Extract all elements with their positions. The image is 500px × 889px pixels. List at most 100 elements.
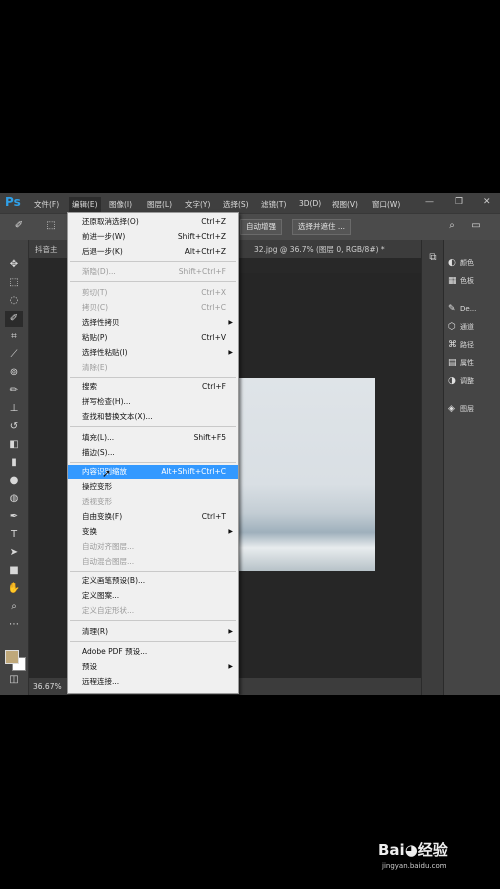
auto-enhance-checkbox[interactable]: 自动增强 xyxy=(240,219,282,235)
menu-item-define-pattern[interactable]: 定义图案... xyxy=(68,589,238,603)
menu-item-undo[interactable]: 还原取消选择(O) Ctrl+Z xyxy=(68,215,238,229)
properties-icon: ▤ xyxy=(448,358,457,368)
menu-item-free-transform[interactable]: 自由变换(F) Ctrl+T xyxy=(68,510,238,524)
rectangle-tool-icon[interactable]: ■ xyxy=(5,563,23,579)
menu-edit[interactable]: 编辑(E) xyxy=(69,197,101,212)
brush-preset-icon: ✎ xyxy=(448,304,456,314)
panel-paths[interactable]: ⌘ 路径 xyxy=(448,340,474,350)
panel-adjustments[interactable]: ◑ 调整 xyxy=(448,376,474,386)
menu-separator xyxy=(70,571,236,572)
history-icon[interactable]: ⧉ xyxy=(424,250,442,266)
eraser-tool-icon[interactable]: ◧ xyxy=(5,437,23,453)
panel-swatches[interactable]: ▦ 色板 xyxy=(448,276,474,286)
menu-item-search[interactable]: 搜索 Ctrl+F xyxy=(68,380,238,394)
menu-separator xyxy=(70,426,236,427)
submenu-arrow-icon: ▶ xyxy=(228,663,233,670)
marquee-tool-icon[interactable]: ⬚ xyxy=(5,275,23,291)
collapsed-panel-dock: ⧉ xyxy=(421,240,444,695)
pen-tool-icon[interactable]: ✒ xyxy=(5,509,23,525)
menu-item-copy[interactable]: 拷贝(C) Ctrl+C xyxy=(68,301,238,315)
minimize-icon[interactable]: — xyxy=(425,197,434,207)
menu-view[interactable]: 视图(V) xyxy=(332,199,358,210)
submenu-arrow-icon: ▶ xyxy=(228,628,233,635)
menu-item-copy-special[interactable]: 选择性拷贝 ▶ xyxy=(68,316,238,330)
blur-tool-icon[interactable]: ● xyxy=(5,473,23,489)
menu-item-fade[interactable]: 渐隐(D)... Shift+Ctrl+F xyxy=(68,265,238,279)
app-logo: Ps xyxy=(5,195,21,209)
menu-layer[interactable]: 图层(L) xyxy=(147,199,172,210)
quick-mask-icon[interactable]: ◫ xyxy=(5,672,23,688)
menu-item-paste[interactable]: 粘贴(P) Ctrl+V xyxy=(68,331,238,345)
menu-item-transform[interactable]: 变换 ▶ xyxy=(68,525,238,539)
menu-item-spell-check[interactable]: 拼写检查(H)... xyxy=(68,395,238,409)
search-icon[interactable]: ⌕ xyxy=(443,218,461,234)
workspace-icon[interactable]: ▭ xyxy=(467,218,485,234)
menu-separator xyxy=(70,261,236,262)
zoom-tool-icon[interactable]: ⌕ xyxy=(5,599,23,615)
menu-item-define-brush[interactable]: 定义画笔预设(B)... xyxy=(68,574,238,588)
path-icon: ⌘ xyxy=(448,340,457,350)
menu-item-auto-blend-layers[interactable]: 自动混合图层... xyxy=(68,555,238,569)
panel-channels[interactable]: ⬡ 通道 xyxy=(448,322,474,332)
quick-select-tool-icon[interactable]: ✐ xyxy=(5,311,23,327)
eyedropper-tool-icon[interactable]: ⟋ xyxy=(5,347,23,363)
move-tool-icon[interactable]: ✥ xyxy=(5,257,23,273)
menu-window[interactable]: 窗口(W) xyxy=(372,199,400,210)
brush-tool-icon[interactable]: ✏ xyxy=(5,383,23,399)
tab-active-document[interactable]: 32.jpg @ 36.7% (图层 0, RGB/8#) * xyxy=(254,244,385,255)
menu-item-content-aware-scale[interactable]: 内容识别缩放 Alt+Shift+Ctrl+C xyxy=(68,465,238,479)
history-brush-tool-icon[interactable]: ↺ xyxy=(5,419,23,435)
panel-layers[interactable]: ◈ 图层 xyxy=(448,404,474,414)
menu-item-fill[interactable]: 填充(L)... Shift+F5 xyxy=(68,431,238,445)
menu-3d[interactable]: 3D(D) xyxy=(299,199,321,208)
menu-item-step-backward[interactable]: 后退一步(K) Alt+Ctrl+Z xyxy=(68,245,238,259)
crop-tool-icon[interactable]: ⌗ xyxy=(5,329,23,345)
zoom-level[interactable]: 36.67% xyxy=(33,682,62,691)
panel-properties[interactable]: ▤ 属性 xyxy=(448,358,474,368)
restore-icon[interactable]: ❐ xyxy=(455,197,463,207)
menu-separator xyxy=(70,641,236,642)
menu-item-clear[interactable]: 清除(E) xyxy=(68,361,238,375)
panel-color[interactable]: ◐ 颜色 xyxy=(448,258,474,268)
menu-filter[interactable]: 滤镜(T) xyxy=(261,199,286,210)
panel-dock: ◐ 颜色 ▦ 色板 ✎ De... ⬡ 通道 ⌘ 路径 ▤ 属性 ◑ 调整 ◈ 图层 xyxy=(443,240,500,695)
menu-item-presets[interactable]: 预设 ▶ xyxy=(68,660,238,674)
menu-item-step-forward[interactable]: 前进一步(W) Shift+Ctrl+Z xyxy=(68,230,238,244)
more-tools-icon[interactable]: ⋯ xyxy=(5,617,23,633)
clone-stamp-tool-icon[interactable]: ⊥ xyxy=(5,401,23,417)
menu-item-pdf-presets[interactable]: Adobe PDF 预设... xyxy=(68,645,238,659)
dodge-tool-icon[interactable]: ◍ xyxy=(5,491,23,507)
healing-brush-tool-icon[interactable]: ⊚ xyxy=(5,365,23,381)
menu-type[interactable]: 文字(Y) xyxy=(185,199,210,210)
select-and-mask-button[interactable]: 选择并遮住 ... xyxy=(292,219,352,235)
quick-select-preset-icon[interactable]: ✐ xyxy=(10,218,28,234)
menu-item-stroke[interactable]: 描边(S)... xyxy=(68,446,238,460)
lasso-tool-icon[interactable]: ◌ xyxy=(5,293,23,309)
tab-other-document[interactable]: 抖音主 xyxy=(35,244,58,255)
menu-select[interactable]: 选择(S) xyxy=(223,199,249,210)
menu-item-puppet-warp[interactable]: 操控变形 xyxy=(68,480,238,494)
menu-item-perspective-warp[interactable]: 透视变形 xyxy=(68,495,238,509)
menu-item-paste-special[interactable]: 选择性粘贴(I) ▶ xyxy=(68,346,238,360)
menu-item-remote-connections[interactable]: 远程连接... xyxy=(68,675,238,689)
watermark-site: jingyan.baidu.com xyxy=(382,862,447,870)
panel-brush-presets[interactable]: ✎ De... xyxy=(448,304,476,314)
menu-separator xyxy=(70,462,236,463)
menu-item-purge[interactable]: 清理(R) ▶ xyxy=(68,625,238,639)
menu-item-cut[interactable]: 剪切(T) Ctrl+X xyxy=(68,286,238,300)
menu-file[interactable]: 文件(F) xyxy=(34,199,59,210)
type-tool-icon[interactable]: T xyxy=(5,527,23,543)
menu-item-find-replace[interactable]: 查找和替换文本(X)... xyxy=(68,410,238,424)
menu-item-auto-align-layers[interactable]: 自动对齐图层... xyxy=(68,540,238,554)
menu-image[interactable]: 图像(I) xyxy=(109,199,132,210)
close-icon[interactable]: ✕ xyxy=(483,197,491,207)
foreground-color-swatch[interactable] xyxy=(5,650,19,664)
brush-mode-icon[interactable]: ⬚ xyxy=(40,218,62,234)
menu-bar: Ps 文件(F) 编辑(E) 图像(I) 图层(L) 文字(Y) 选择(S) 滤… xyxy=(0,193,500,213)
hand-tool-icon[interactable]: ✋ xyxy=(5,581,23,597)
menu-separator xyxy=(70,377,236,378)
path-select-tool-icon[interactable]: ➤ xyxy=(5,545,23,561)
menu-item-define-shape[interactable]: 定义自定形状... xyxy=(68,604,238,618)
gradient-tool-icon[interactable]: ▮ xyxy=(5,455,23,471)
swatches-icon: ▦ xyxy=(448,276,457,286)
